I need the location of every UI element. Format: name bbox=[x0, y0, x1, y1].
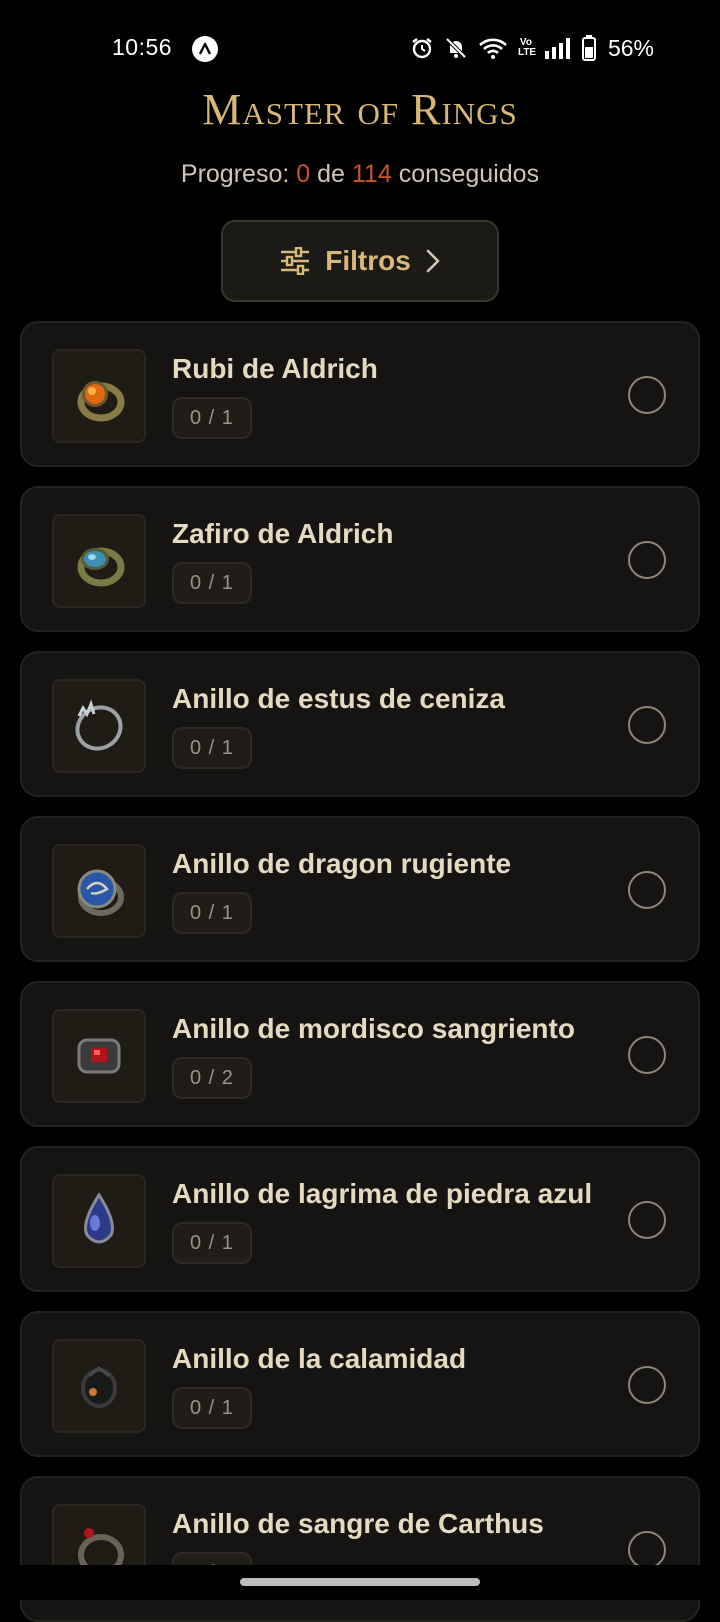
ring-count-badge: 0 / 2 bbox=[172, 1057, 252, 1099]
mute-icon bbox=[445, 37, 467, 59]
collected-checkbox[interactable] bbox=[628, 541, 666, 579]
ruby-ring-icon bbox=[52, 349, 146, 443]
dragon-ring-icon bbox=[52, 844, 146, 938]
collected-checkbox[interactable] bbox=[628, 376, 666, 414]
progress-mid: de bbox=[317, 160, 345, 188]
collected-checkbox[interactable] bbox=[628, 871, 666, 909]
status-bar: 10:56 Vo LTE 56% bbox=[0, 0, 720, 96]
status-time: 10:56 bbox=[112, 34, 173, 60]
collected-checkbox[interactable] bbox=[628, 1201, 666, 1239]
ring-card[interactable]: Anillo de mordisco sangriento 0 / 2 bbox=[20, 981, 700, 1127]
ring-card[interactable]: Rubi de Aldrich 0 / 1 bbox=[20, 321, 700, 467]
home-gesture-bar[interactable] bbox=[240, 1578, 480, 1586]
ring-name: Zafiro de Aldrich bbox=[172, 518, 394, 549]
filters-label: Filtros bbox=[325, 245, 411, 276]
ring-count-badge: 0 / 1 bbox=[172, 892, 252, 934]
ring-card[interactable]: Zafiro de Aldrich 0 / 1 bbox=[20, 486, 700, 632]
battery-percent: 56% bbox=[607, 34, 654, 61]
collected-checkbox[interactable] bbox=[628, 1531, 666, 1569]
alarm-icon bbox=[412, 38, 432, 59]
page-title: Master of Rings bbox=[202, 85, 518, 134]
bloodbite-ring-icon bbox=[52, 1009, 146, 1103]
collected-checkbox[interactable] bbox=[628, 1036, 666, 1074]
ring-count-badge: 0 / 1 bbox=[172, 397, 252, 439]
collected-checkbox[interactable] bbox=[628, 1366, 666, 1404]
progress-current: 0 bbox=[296, 160, 311, 188]
collected-checkbox[interactable] bbox=[628, 706, 666, 744]
ring-name: Anillo de sangre de Carthus bbox=[172, 1508, 544, 1539]
ring-name: Anillo de dragon rugiente bbox=[172, 848, 512, 879]
ring-card[interactable]: Anillo de la calamidad 0 / 1 bbox=[20, 1311, 700, 1457]
ring-card[interactable]: Anillo de sangre de Carthus 0 / 1 bbox=[20, 1476, 700, 1622]
ring-count-badge: 0 / 1 bbox=[172, 727, 252, 769]
sapphire-ring-icon bbox=[52, 514, 146, 608]
ring-card[interactable]: Anillo de estus de ceniza 0 / 1 bbox=[20, 651, 700, 797]
ring-card[interactable]: Anillo de dragon rugiente 0 / 1 bbox=[20, 816, 700, 962]
ring-count-badge: 0 / 1 bbox=[172, 1222, 252, 1264]
sliders-icon bbox=[281, 247, 310, 275]
progress-prefix: Progreso: bbox=[180, 160, 290, 188]
ash-estus-ring-icon bbox=[52, 679, 146, 773]
progress-total: 114 bbox=[351, 160, 392, 188]
ring-name: Anillo de lagrima de piedra azul bbox=[172, 1178, 593, 1209]
filters-button[interactable]: Filtros bbox=[221, 220, 499, 302]
ring-name: Rubi de Aldrich bbox=[172, 353, 378, 384]
ring-card[interactable]: Anillo de lagrima de piedra azul 0 / 1 bbox=[20, 1146, 700, 1292]
calamity-ring-icon bbox=[52, 1339, 146, 1433]
battery-icon bbox=[581, 35, 596, 61]
progress-summary: Progreso: 0 de 114 conseguidos bbox=[0, 160, 720, 189]
signal-icon bbox=[544, 38, 570, 59]
app-notification-icon bbox=[192, 36, 218, 62]
status-icons: Vo LTE 56% bbox=[410, 33, 654, 63]
blue-tearstone-ring-icon bbox=[52, 1174, 146, 1268]
ring-count-badge: 0 / 1 bbox=[172, 1387, 252, 1429]
ring-name: Anillo de la calamidad bbox=[172, 1343, 467, 1374]
ring-name: Anillo de mordisco sangriento bbox=[172, 1013, 575, 1044]
progress-suffix: conseguidos bbox=[398, 160, 540, 188]
ring-name: Anillo de estus de ceniza bbox=[172, 683, 505, 714]
chevron-right-icon bbox=[426, 249, 440, 273]
volte-icon: Vo LTE bbox=[517, 37, 537, 58]
ring-count-badge: 0 / 1 bbox=[172, 562, 252, 604]
wifi-icon bbox=[479, 38, 507, 59]
